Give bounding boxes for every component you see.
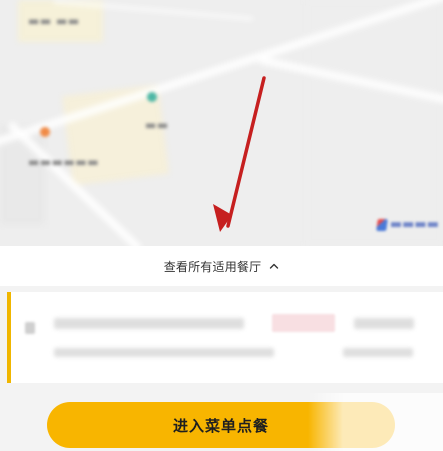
restaurant-address-blurred: [54, 348, 274, 357]
restaurant-name-blurred: [54, 318, 244, 329]
map-poi-icon: [147, 92, 157, 102]
map-blurred-background: [0, 0, 443, 246]
enter-menu-order-button[interactable]: 进入菜单点餐: [47, 402, 395, 448]
map-provider-logo: ▬▬▬▬: [376, 217, 439, 232]
view-all-restaurants-label: 查看所有适用餐厅: [163, 259, 262, 274]
chevron-up-icon: [270, 263, 279, 269]
map-provider-logo-icon: [376, 218, 388, 231]
view-all-restaurants-toggle[interactable]: 查看所有适用餐厅: [0, 246, 443, 286]
map-view[interactable]: ▬▬ ▬▬ ▬▬▬▬▬▬ ▬▬ ▬▬▬▬: [0, 0, 443, 246]
restaurant-location-icon: [25, 322, 35, 334]
restaurant-status-badge-blurred: [272, 314, 335, 332]
map-label: ▬▬▬▬▬▬: [28, 155, 100, 169]
restaurant-selection-screen: ▬▬ ▬▬ ▬▬▬▬▬▬ ▬▬ ▬▬▬▬ 查看所有适用餐厅 进入菜单点餐: [0, 0, 443, 451]
restaurant-hours-blurred: [343, 348, 413, 357]
map-label: ▬▬ ▬▬: [28, 14, 80, 28]
map-provider-logo-text: ▬▬▬▬: [389, 217, 439, 232]
restaurant-distance-blurred: [354, 318, 414, 329]
map-poi-icon: [40, 127, 50, 137]
restaurant-card[interactable]: [7, 292, 443, 383]
map-label: ▬▬: [145, 118, 169, 132]
